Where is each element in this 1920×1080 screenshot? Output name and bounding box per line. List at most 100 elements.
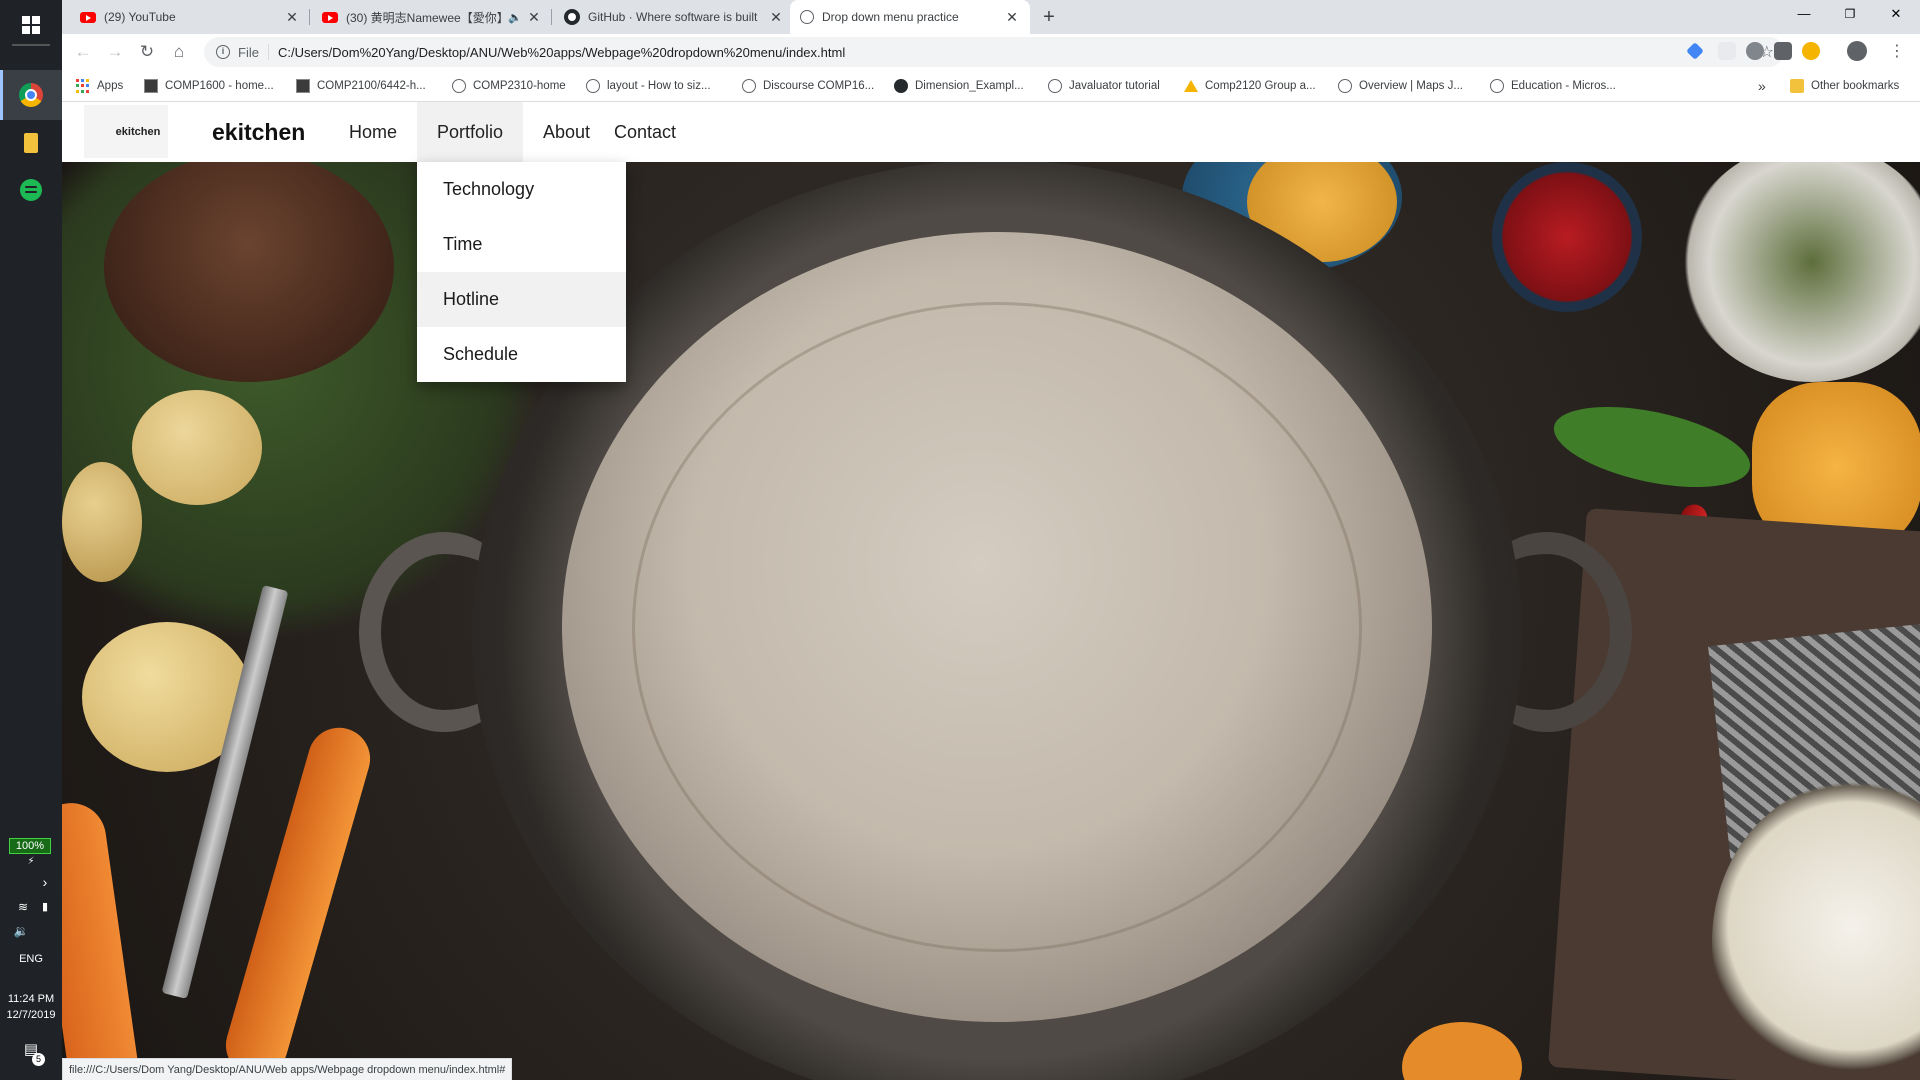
globe-icon <box>800 10 814 24</box>
folder-icon <box>1790 79 1804 93</box>
windows-taskbar: 100% ⚡ › ≋ ▮ 🔉 ENG 11:24 PM 12/7/2019 ▤ … <box>0 0 62 1080</box>
action-center-icon[interactable]: ▤ <box>0 1040 62 1058</box>
bookmark-item[interactable]: Discourse COMP16... <box>742 70 874 102</box>
dropdown-item-hotline[interactable]: Hotline <box>417 272 626 327</box>
language-indicator[interactable]: ENG <box>0 953 62 965</box>
dropdown-item-technology[interactable]: Technology <box>417 162 626 217</box>
bookmark-label: Javaluator tutorial <box>1069 80 1160 92</box>
taskbar-divider <box>12 44 50 46</box>
close-tab-icon[interactable]: ✕ <box>768 9 784 26</box>
bookmark-item[interactable]: Dimension_Exampl... <box>894 70 1024 102</box>
bay-leaf <box>1546 391 1758 503</box>
chrome-window: (29) YouTube ✕ (30) 黄明志Namewee【愛你】 🔈 ✕ G… <box>62 0 1920 1080</box>
github-icon <box>894 79 908 93</box>
dropdown-item-schedule[interactable]: Schedule <box>417 327 626 382</box>
site-navbar: ekitchen ekitchen Home Portfolio About C… <box>62 102 1920 162</box>
address-bar[interactable]: i File C:/Users/Dom%20Yang/Desktop/ANU/W… <box>204 37 1784 67</box>
bookmark-item[interactable]: COMP2310-home <box>452 70 566 102</box>
bookmark-label: Dimension_Exampl... <box>915 80 1024 92</box>
tab-title: (29) YouTube <box>104 10 176 24</box>
other-bookmarks-folder[interactable]: Other bookmarks <box>1790 70 1899 102</box>
dropdown-item-time[interactable]: Time <box>417 217 626 272</box>
globe-icon <box>1338 79 1352 93</box>
status-bar-url: file:///C:/Users/Dom Yang/Desktop/ANU/We… <box>62 1058 513 1080</box>
power-plug-icon: ⚡ <box>27 856 35 867</box>
site-info-icon[interactable]: i <box>216 45 230 59</box>
carrot <box>62 798 143 1080</box>
start-button[interactable] <box>0 0 62 50</box>
scheme-label: File <box>238 44 259 60</box>
bookmark-label: Comp2120 Group a... <box>1205 80 1316 92</box>
browser-toolbar: ← → ↻ ⌂ i File C:/Users/Dom%20Yang/Deskt… <box>62 34 1920 70</box>
nav-portfolio[interactable]: Portfolio <box>417 102 524 162</box>
bookmark-item[interactable]: COMP1600 - home... <box>144 70 274 102</box>
emoji-extension-icon[interactable] <box>1802 42 1820 60</box>
close-tab-icon[interactable]: ✕ <box>284 9 300 26</box>
globe-icon <box>586 79 600 93</box>
github-icon <box>564 9 580 25</box>
extension-icon[interactable] <box>1746 42 1764 60</box>
bookmark-item[interactable]: Comp2120 Group a... <box>1184 70 1316 102</box>
more-bookmarks-chevron-icon[interactable]: » <box>1758 70 1766 102</box>
clock-date[interactable]: 12/7/2019 <box>0 1009 62 1021</box>
chrome-menu-icon[interactable]: ⋮ <box>1884 39 1910 65</box>
tab-dropdown-practice[interactable]: Drop down menu practice ✕ <box>790 0 1030 34</box>
peppercorn-bowl <box>1492 162 1642 312</box>
clock-time[interactable]: 11:24 PM <box>0 993 62 1005</box>
minimize-button[interactable]: — <box>1781 0 1827 30</box>
apps-grid-icon <box>76 79 90 93</box>
globe-icon <box>1048 79 1062 93</box>
forward-arrow-icon[interactable]: → <box>102 39 128 65</box>
site-brand[interactable]: ekitchen <box>212 102 305 162</box>
site-logo[interactable]: ekitchen <box>84 105 168 158</box>
page-thumbnail-icon <box>296 79 310 93</box>
back-arrow-icon[interactable]: ← <box>70 39 96 65</box>
extension-icon[interactable] <box>1718 42 1736 60</box>
nav-contact[interactable]: Contact <box>594 102 696 162</box>
close-tab-icon[interactable]: ✕ <box>1004 9 1020 26</box>
bookmark-label: COMP1600 - home... <box>165 80 274 92</box>
close-window-button[interactable]: ✕ <box>1873 0 1919 30</box>
portfolio-dropdown-menu: Technology Time Hotline Schedule <box>417 162 626 382</box>
bookmark-label: Apps <box>97 80 124 92</box>
bookmark-item[interactable]: Education - Micros... <box>1490 70 1616 102</box>
home-icon[interactable]: ⌂ <box>166 39 192 65</box>
youtube-icon <box>80 11 96 23</box>
tab-github[interactable]: GitHub · Where software is built ✕ <box>554 0 794 34</box>
url-text[interactable]: C:/Users/Dom%20Yang/Desktop/ANU/Web%20ap… <box>278 45 845 60</box>
bookmark-label: layout - How to siz... <box>607 80 711 92</box>
extension-icon[interactable] <box>1774 42 1792 60</box>
pumpkin-piece <box>1402 1022 1522 1080</box>
bookmark-item[interactable]: COMP2100/6442-h... <box>296 70 426 102</box>
bookmark-label: Other bookmarks <box>1811 80 1900 92</box>
bookmark-item[interactable]: layout - How to siz... <box>586 70 711 102</box>
profile-avatar[interactable] <box>1847 41 1867 61</box>
close-tab-icon[interactable]: ✕ <box>526 9 542 26</box>
tab-namewee[interactable]: (30) 黄明志Namewee【愛你】 🔈 ✕ <box>312 0 552 34</box>
file-explorer-icon <box>24 133 38 153</box>
nav-home[interactable]: Home <box>329 102 417 162</box>
taskbar-file-explorer[interactable] <box>0 118 62 168</box>
restore-button[interactable]: ❐ <box>1827 0 1873 30</box>
bookmark-label: Discourse COMP16... <box>763 80 875 92</box>
youtube-icon <box>322 11 338 23</box>
potato <box>132 390 262 505</box>
bookmark-apps[interactable]: Apps <box>76 70 123 102</box>
tab-youtube[interactable]: (29) YouTube ✕ <box>70 0 310 34</box>
taskbar-chrome[interactable] <box>0 70 62 120</box>
spotify-icon <box>20 179 42 201</box>
new-tab-button[interactable]: + <box>1037 6 1061 30</box>
volume-icon[interactable]: 🔉 <box>0 924 52 938</box>
audio-playing-icon[interactable]: 🔈 <box>508 11 522 24</box>
taskbar-spotify[interactable] <box>0 165 62 215</box>
reload-icon[interactable]: ↻ <box>134 39 160 65</box>
wooden-bowl <box>104 162 394 382</box>
bookmark-label: Education - Micros... <box>1511 80 1616 92</box>
bookmark-item[interactable]: Overview | Maps J... <box>1338 70 1463 102</box>
battery-indicator[interactable]: 100% <box>9 838 51 854</box>
notification-count-badge: 5 <box>32 1053 45 1066</box>
chrome-icon <box>19 83 43 107</box>
tab-title: (30) 黄明志Namewee【愛你】 <box>346 10 509 25</box>
windows-icon <box>22 16 40 34</box>
bookmark-item[interactable]: Javaluator tutorial <box>1048 70 1160 102</box>
